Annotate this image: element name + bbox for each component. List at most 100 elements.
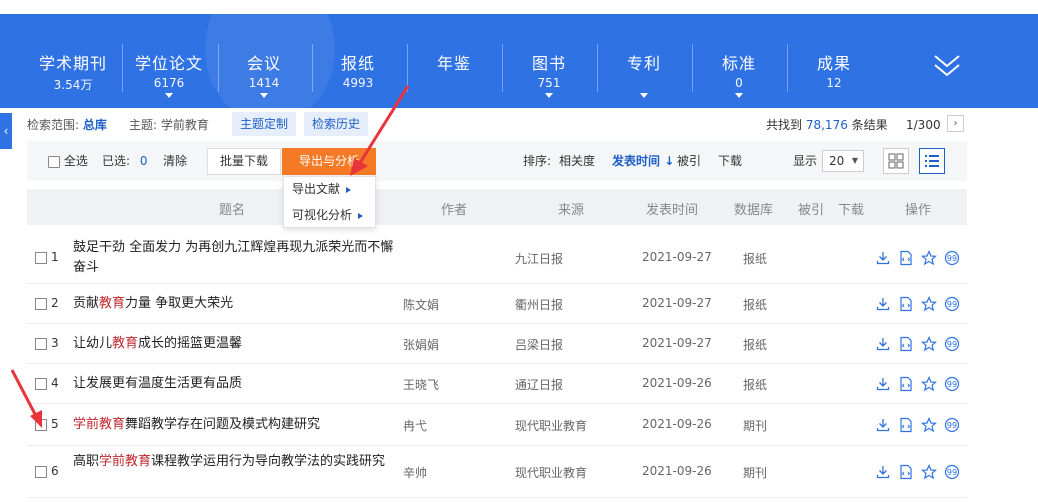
chevron-down-icon [735,93,743,98]
row-checkbox[interactable] [35,419,47,431]
search-history-button[interactable]: 检索历史 [304,112,369,136]
select-all[interactable]: 全选 [48,151,88,171]
tab-count: 751 [537,76,561,90]
table-row: 1 鼓足干劲 全面发力 为再创九江辉煌再现九派荣光而不懈奋斗 九江日报 2021-09… [27,231,967,284]
row-actions: 99 [875,376,965,392]
tab-conferences[interactable]: 会议 1414 [222,14,306,108]
row-title-link[interactable]: 鼓足干劲 全面发力 为再创九江辉煌再现九派荣光而不懈奋斗 [73,238,403,278]
download-icon[interactable] [875,464,891,480]
clear-button[interactable]: 清除 [163,151,187,171]
title-text: 高职 [73,454,100,469]
title-text: 成长的摇篮更温馨 [138,336,243,351]
quote-icon[interactable]: 99 [944,464,960,480]
caret-right-icon [346,186,352,193]
topic-custom-button[interactable]: 主题定制 [232,112,297,136]
row-source[interactable]: 九江日报 [515,250,563,267]
download-icon[interactable] [875,417,891,433]
sort-download[interactable]: 下载 [718,151,742,171]
row-source[interactable]: 通辽日报 [515,376,563,393]
row-author[interactable]: 张娟娟 [403,336,439,353]
row-title-link[interactable]: 让幼儿教育成长的摇篮更温馨 [73,334,403,354]
row-source[interactable]: 现代职业教育 [515,417,587,434]
tab-patents[interactable]: 专利 [601,14,687,108]
tab-journals[interactable]: 学术期刊 3.54万 [30,14,116,108]
quote-icon[interactable]: 99 [944,336,960,352]
svg-text:99: 99 [947,300,957,309]
html-read-icon[interactable] [898,250,914,266]
export-analyze-label: 导出与分析 [298,154,359,168]
tab-achievements[interactable]: 成果 12 [791,14,877,108]
quote-icon[interactable]: 99 [944,376,960,392]
html-read-icon[interactable] [898,376,914,392]
quote-icon[interactable]: 99 [944,296,960,312]
title-text: 鼓足干劲 全面发力 为再创九江辉煌再现九派荣光而不懈奋斗 [73,240,394,275]
html-read-icon[interactable] [898,417,914,433]
row-number: 5 [51,417,59,431]
favorite-star-icon[interactable] [920,464,938,480]
next-page-button[interactable]: › [947,115,964,132]
row-author[interactable]: 陈文娟 [403,296,439,313]
html-read-icon[interactable] [898,336,914,352]
favorite-star-icon[interactable] [920,250,938,266]
row-checkbox[interactable] [35,466,47,478]
row-title-link[interactable]: 让发展更有温度生活更有品质 [73,374,403,394]
tab-label: 年鉴 [436,54,471,73]
favorite-star-icon[interactable] [920,417,938,433]
quote-icon[interactable]: 99 [944,417,960,433]
html-read-icon[interactable] [898,464,914,480]
chevron-down-icon: ▼ [851,156,858,165]
row-title-link[interactable]: 高职学前教育课程教学运用行为导向教学法的实践研究 [73,452,403,472]
row-checkbox[interactable] [35,298,47,310]
row-date: 2021-09-27 [642,250,712,264]
quote-icon[interactable]: 99 [944,250,960,266]
row-source[interactable]: 吕梁日报 [515,336,563,353]
list-view-icon[interactable] [919,148,945,174]
tab-theses[interactable]: 学位论文 6176 [126,14,212,108]
favorite-star-icon[interactable] [920,376,938,392]
favorite-star-icon[interactable] [920,336,938,352]
tab-standards[interactable]: 标准 0 [696,14,782,108]
row-actions: 99 [875,417,965,433]
row-source[interactable]: 现代职业教育 [515,464,587,481]
select-all-checkbox[interactable] [48,155,60,168]
row-date: 2021-09-26 [642,464,712,478]
html-read-icon[interactable] [898,296,914,312]
chevron-down-double-icon[interactable] [930,52,964,80]
row-title-link[interactable]: 学前教育舞蹈教学存在问题及模式构建研究 [73,415,403,435]
row-checkbox[interactable] [35,252,47,264]
row-author[interactable]: 王晓飞 [403,376,439,393]
col-source: 来源 [558,203,585,218]
tab-books[interactable]: 图书 751 [506,14,592,108]
scope-value[interactable]: 总库 [83,118,107,132]
menu-item-export-docs[interactable]: 导出文献 [284,177,375,203]
tab-newspapers[interactable]: 报纸 4993 [316,14,400,108]
arrow-down-icon: ↓ [664,154,675,168]
title-keyword-highlight: 教育 [112,336,139,351]
grid-view-icon[interactable] [883,148,909,174]
row-checkbox[interactable] [35,338,47,350]
row-source[interactable]: 衢州日报 [515,296,563,313]
tab-label: 标准 [721,54,756,73]
collapse-left-icon[interactable]: ‹ [0,113,12,149]
download-icon[interactable] [875,376,891,392]
sort-cited[interactable]: 被引 [677,151,701,171]
sort-time[interactable]: 发表时间 ↓ [612,151,674,171]
page-size-select[interactable]: 20 ▼ [822,150,864,172]
row-title-link[interactable]: 贡献教育力量 争取更大荣光 [73,294,403,314]
tab-label: 会议 [246,54,281,73]
found-prefix: 共找到 [766,118,803,132]
sort-relevance[interactable]: 相关度 [559,151,595,171]
row-author[interactable]: 辛帅 [403,464,427,481]
download-icon[interactable] [875,296,891,312]
divider [502,44,503,92]
found-count: 78,176 [805,118,848,132]
row-author[interactable]: 冉弋 [403,417,427,434]
tab-yearbooks[interactable]: 年鉴 [411,14,497,108]
export-analyze-button[interactable]: 导出与分析 [282,148,376,175]
row-checkbox[interactable] [35,378,47,390]
download-icon[interactable] [875,336,891,352]
menu-item-visual-analysis[interactable]: 可视化分析 [284,203,375,229]
favorite-star-icon[interactable] [920,296,938,312]
batch-download-button[interactable]: 批量下载 [207,148,281,175]
download-icon[interactable] [875,250,891,266]
